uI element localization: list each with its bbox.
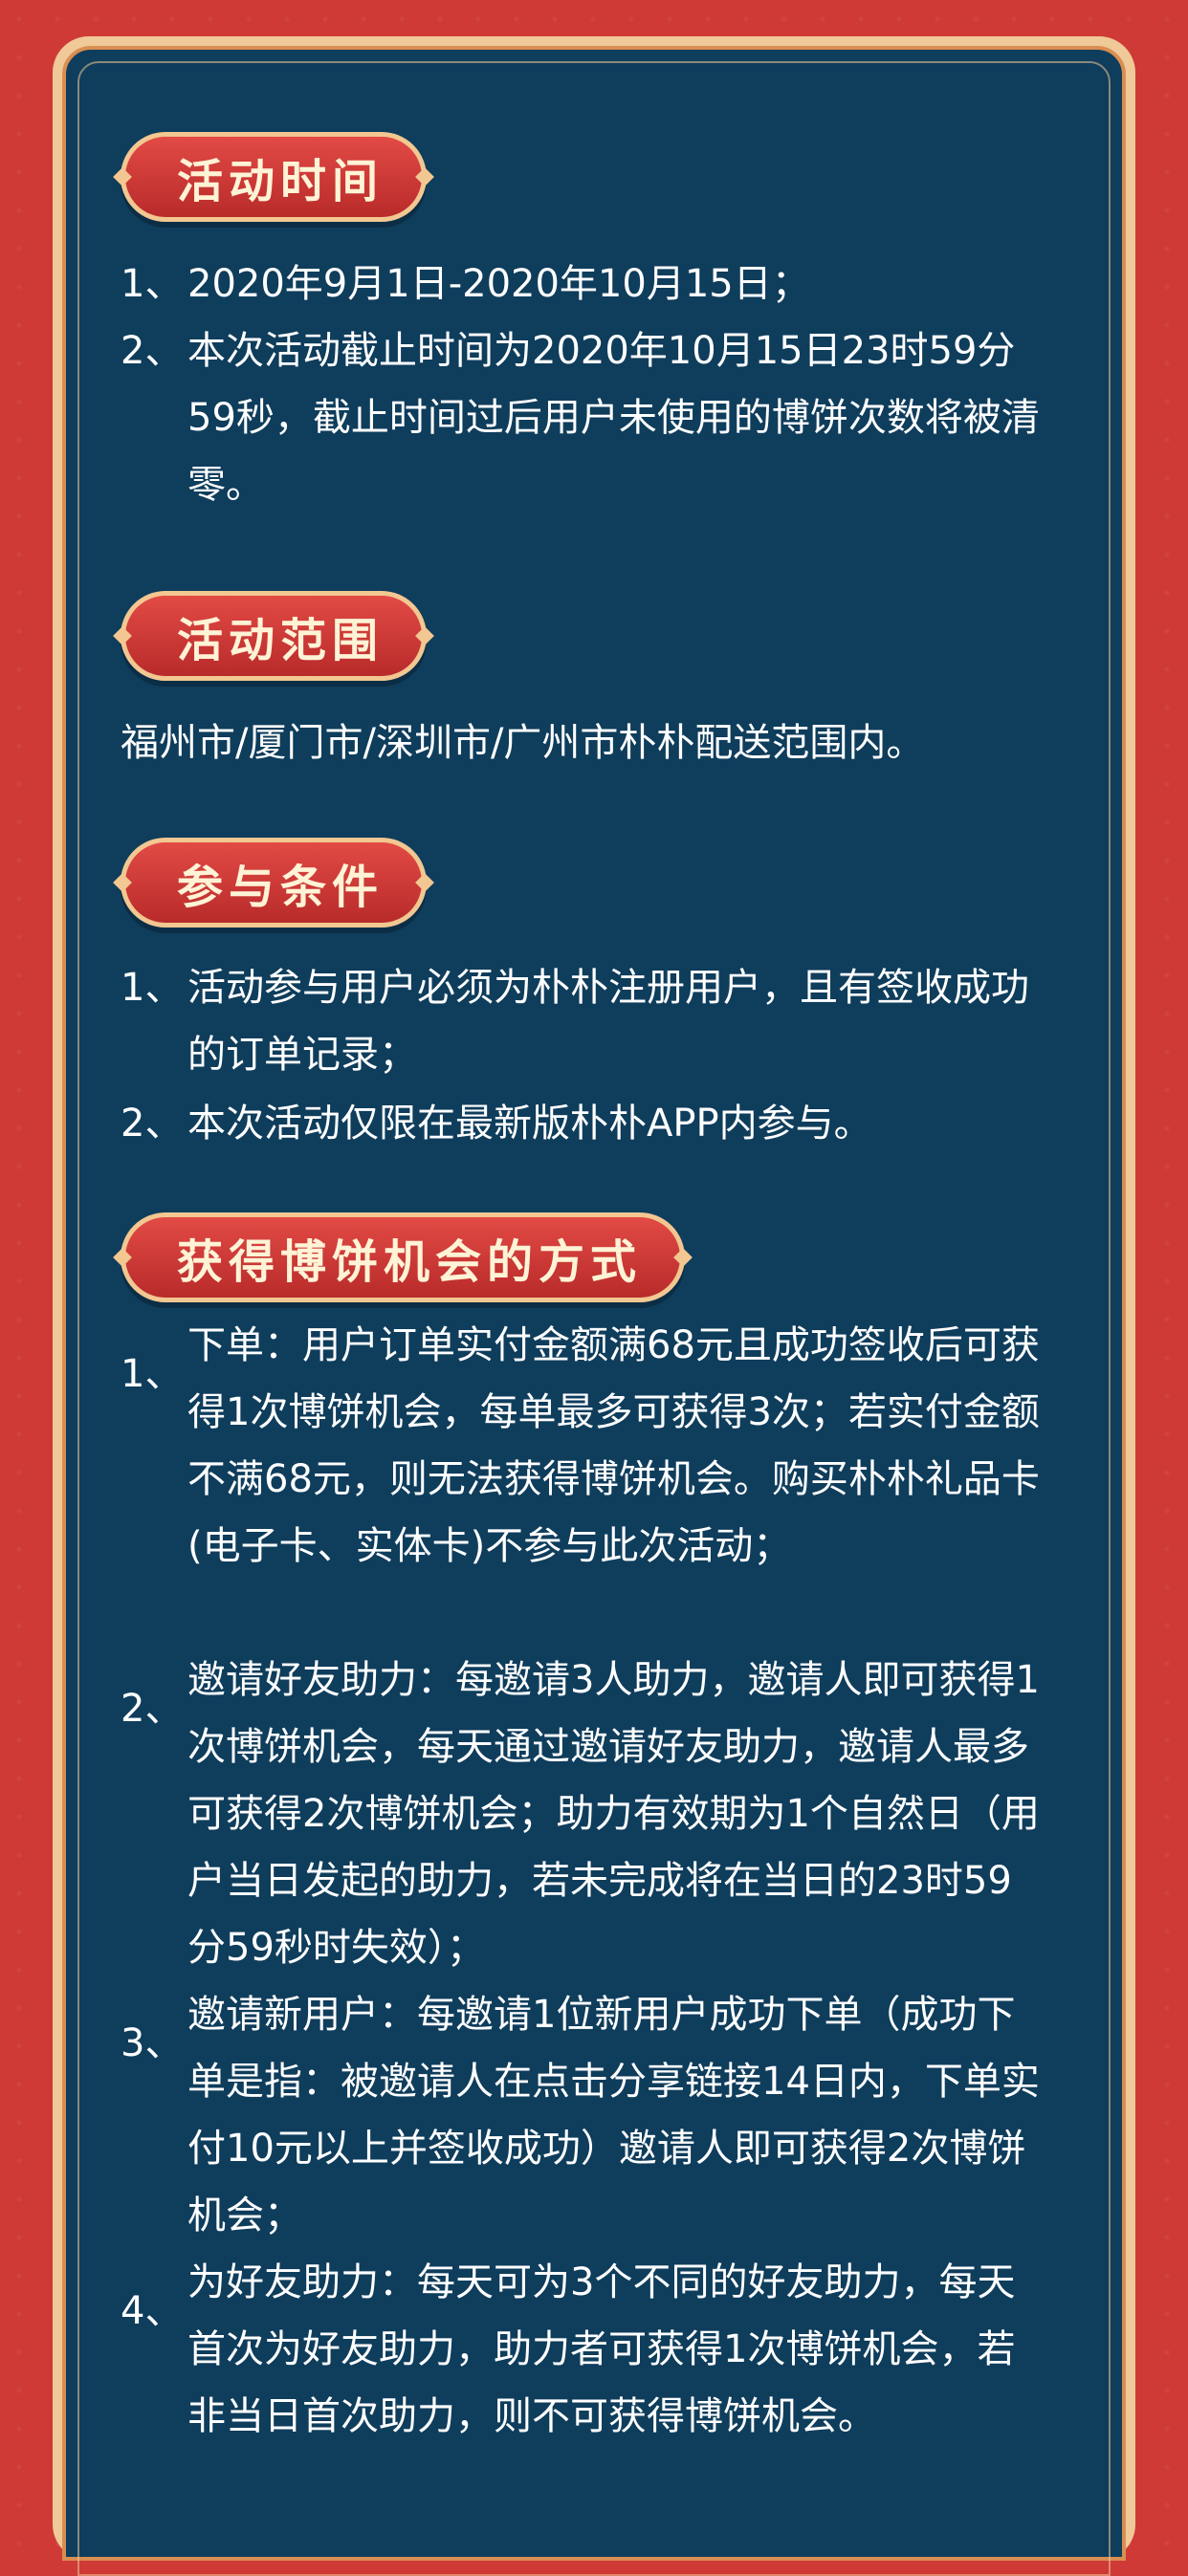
- list-item-number: 2、: [121, 1687, 184, 1731]
- list-item-text: 下单：用户订单实付金额满68元且成功签收后可获得1次博饼机会，每单最多可获得3次…: [187, 1323, 1040, 1568]
- list-item: 3、 邀请新用户：每邀请1位新用户成功下单（成功下单是指：被邀请人在点击分享链接…: [121, 1981, 1077, 2249]
- list-item: 2、 本次活动仅限在最新版朴朴APP内参与。: [121, 1090, 1077, 1157]
- section-title-conditions-label: 参与条件: [177, 861, 385, 914]
- section-title-scope: 活动范围: [121, 591, 428, 681]
- list-item-text: 邀请好友助力：每邀请3人助力，邀请人即可获得1次博饼机会，每天通过邀请好友助力，…: [187, 1658, 1040, 1970]
- section-title-scope-label: 活动范围: [177, 614, 385, 667]
- list-item-number: 3、: [121, 2021, 184, 2065]
- section-title-time: 活动时间: [121, 132, 428, 222]
- list-item-text: 为好友助力：每天可为3个不同的好友助力，每天首次为好友助力，助力者可获得1次博饼…: [187, 2260, 1016, 2438]
- list-item-number: 1、: [121, 1352, 184, 1396]
- list-item-text: 邀请新用户：每邀请1位新用户成功下单（成功下单是指：被邀请人在点击分享链接14日…: [187, 1993, 1040, 2238]
- list-item: 1、 活动参与用户必须为朴朴注册用户，且有签收成功的订单记录；: [121, 954, 1077, 1088]
- scope-text: 福州市/厦门市/深圳市/广州市朴朴配送范围内。: [121, 721, 925, 765]
- section-title-conditions: 参与条件: [121, 838, 428, 928]
- list-item-number: 1、: [121, 966, 184, 1010]
- list-item-number: 4、: [121, 2289, 184, 2333]
- list-item-number: 2、: [121, 1102, 184, 1146]
- list-item-number: 1、: [121, 262, 184, 306]
- list-item: 1、 2020年9月1日-2020年10月15日；: [121, 251, 1077, 317]
- list-item-text: 活动参与用户必须为朴朴注册用户，且有签收成功的订单记录；: [187, 966, 1029, 1077]
- list-item: 2、 邀请好友助力：每邀请3人助力，邀请人即可获得1次博饼机会，每天通过邀请好友…: [121, 1647, 1077, 1981]
- section-title-methods: 获得博饼机会的方式: [121, 1212, 686, 1302]
- list-item-text: 2020年9月1日-2020年10月15日；: [187, 262, 810, 306]
- list-item: 4、 为好友助力：每天可为3个不同的好友助力，每天首次为好友助力，助力者可获得1…: [121, 2249, 1077, 2450]
- list-item-text: 本次活动仅限在最新版朴朴APP内参与。: [187, 1102, 872, 1146]
- list-item: 2、 本次活动截止时间为2020年10月15日23时59分59秒，截止时间过后用…: [121, 317, 1077, 518]
- section-title-time-label: 活动时间: [177, 155, 385, 208]
- list-item-number: 2、: [121, 329, 184, 373]
- section-title-methods-label: 获得博饼机会的方式: [177, 1235, 643, 1289]
- list-item-text: 本次活动截止时间为2020年10月15日23时59分59秒，截止时间过后用户未使…: [187, 329, 1040, 507]
- list-item: 1、 下单：用户订单实付金额满68元且成功签收后可获得1次博饼机会，每单最多可获…: [121, 1312, 1077, 1580]
